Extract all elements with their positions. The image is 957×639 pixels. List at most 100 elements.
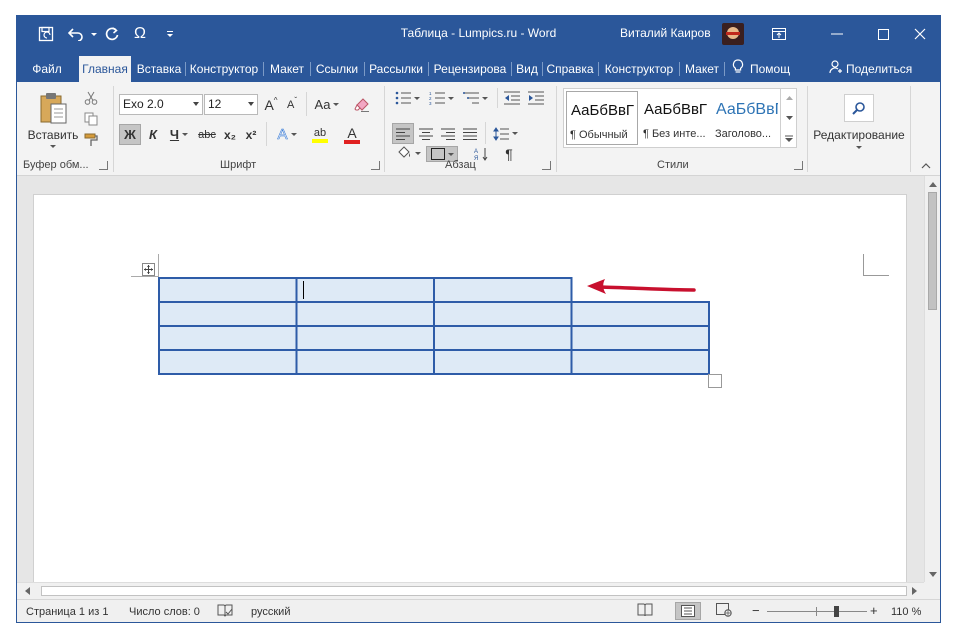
tab-table-design[interactable]: Конструктор — [601, 56, 677, 82]
vertical-scroll-thumb[interactable] — [928, 192, 937, 310]
copy-icon[interactable] — [81, 109, 101, 129]
grow-font-button[interactable]: A ^ — [262, 94, 280, 115]
styles-scroll-down-icon[interactable] — [780, 108, 797, 128]
font-name-combo[interactable]: Exo 2.0 — [119, 94, 203, 115]
table-move-handle-icon[interactable] — [142, 263, 155, 276]
tell-me-search[interactable]: Помощ — [732, 56, 812, 82]
web-layout-icon[interactable] — [716, 603, 732, 620]
style-heading[interactable]: АаБбВвГ Заголово... — [712, 91, 778, 145]
strikethrough-button[interactable]: abc — [196, 124, 218, 145]
tab-mailings[interactable]: Рассылки — [366, 56, 426, 82]
horizontal-scroll-thumb[interactable] — [41, 586, 907, 596]
tab-design[interactable]: Конструктор — [187, 56, 261, 82]
shrink-font-button[interactable]: Aˇ — [283, 94, 301, 115]
scroll-right-icon[interactable] — [908, 585, 920, 597]
decrease-indent-icon[interactable] — [501, 88, 523, 108]
justify-button[interactable] — [459, 123, 481, 144]
language[interactable]: русский — [251, 606, 290, 618]
print-layout-icon[interactable] — [675, 602, 701, 620]
editing-button[interactable]: Редактирование — [813, 88, 905, 154]
tab-review[interactable]: Рецензирова — [430, 56, 510, 82]
clear-formatting-icon[interactable] — [351, 94, 373, 115]
font-size-combo[interactable]: 12 — [204, 94, 258, 115]
line-spacing-button[interactable] — [489, 123, 521, 144]
table-cell[interactable] — [158, 277, 298, 303]
read-mode-icon[interactable] — [637, 603, 659, 621]
style-no-spacing[interactable]: АаБбВвГ ¶ Без инте... — [640, 91, 712, 145]
underline-button[interactable]: Ч — [165, 124, 193, 145]
table-cell[interactable] — [295, 325, 435, 351]
paste-button[interactable]: Вставить — [23, 86, 83, 152]
vertical-scrollbar[interactable] — [924, 176, 940, 582]
style-normal[interactable]: АаБбВвГ ¶ Обычный — [566, 91, 638, 145]
table-cell[interactable] — [158, 301, 298, 327]
proofing-icon[interactable] — [217, 604, 233, 621]
minimize-icon[interactable] — [817, 16, 857, 52]
font-launcher-icon[interactable] — [371, 161, 380, 170]
bold-button[interactable]: Ж — [119, 124, 141, 145]
styles-scroll-up-icon[interactable] — [780, 88, 797, 108]
tab-insert[interactable]: Вставка — [134, 56, 184, 82]
scissors-icon[interactable] — [81, 88, 101, 108]
share-button[interactable]: Поделиться — [829, 56, 929, 82]
text-effects-button[interactable]: A — [273, 124, 301, 145]
zoom-slider-track[interactable] — [767, 606, 867, 617]
zoom-slider-thumb[interactable] — [834, 606, 840, 617]
scroll-down-icon[interactable] — [925, 568, 940, 580]
tab-home[interactable]: Главная — [79, 56, 131, 82]
align-center-button[interactable] — [415, 123, 437, 144]
table-cell[interactable] — [295, 301, 435, 327]
zoom-in-button[interactable]: + — [870, 603, 878, 618]
numbering-button[interactable]: 123 — [425, 88, 457, 108]
tab-help[interactable]: Справка — [544, 56, 596, 82]
align-left-button[interactable] — [392, 123, 414, 144]
italic-button[interactable]: К — [143, 124, 163, 145]
table-cell[interactable] — [570, 349, 710, 375]
page-count[interactable]: Страница 1 из 1 — [26, 606, 108, 618]
table-cell[interactable] — [433, 349, 573, 375]
zoom-out-button[interactable]: − — [752, 603, 760, 618]
tab-references[interactable]: Ссылки — [312, 56, 362, 82]
table-resize-handle[interactable] — [708, 374, 722, 388]
close-icon[interactable] — [900, 16, 940, 52]
font-color-button[interactable]: A — [337, 124, 367, 145]
table-cell[interactable] — [570, 325, 710, 351]
styles-launcher-icon[interactable] — [794, 161, 803, 170]
table-cell[interactable] — [158, 349, 298, 375]
table-cell[interactable] — [433, 277, 573, 303]
tab-view[interactable]: Вид — [513, 56, 541, 82]
avatar[interactable] — [722, 23, 744, 45]
change-case-button[interactable]: Aa — [311, 94, 343, 115]
shading-button[interactable] — [392, 146, 424, 160]
format-painter-icon[interactable] — [81, 130, 101, 150]
paragraph-launcher-icon[interactable] — [542, 161, 551, 170]
horizontal-scrollbar[interactable] — [17, 582, 924, 599]
highlight-button[interactable]: ab — [305, 124, 335, 145]
table-cell[interactable] — [295, 349, 435, 375]
table-cell[interactable] — [570, 301, 710, 327]
multilevel-list-button[interactable] — [459, 88, 491, 108]
table-cell[interactable] — [295, 277, 435, 303]
tab-file[interactable]: Файл — [23, 56, 71, 82]
tab-layout[interactable]: Макет — [266, 56, 308, 82]
subscript-button[interactable]: x₂ — [220, 124, 240, 145]
clipboard-launcher-icon[interactable] — [99, 161, 108, 170]
word-count[interactable]: Число слов: 0 — [129, 606, 200, 618]
ribbon-display-options-icon[interactable] — [762, 16, 796, 52]
increase-indent-icon[interactable] — [525, 88, 547, 108]
scroll-left-icon[interactable] — [21, 585, 33, 597]
tab-table-layout[interactable]: Макет — [681, 56, 723, 82]
table-cell[interactable] — [158, 325, 298, 351]
maximize-icon[interactable] — [863, 16, 903, 52]
bullets-button[interactable] — [391, 88, 423, 108]
zoom-level[interactable]: 110 % — [891, 606, 921, 618]
scroll-up-icon[interactable] — [925, 178, 940, 190]
styles-more-icon[interactable] — [780, 128, 797, 148]
superscript-button[interactable]: x² — [241, 124, 261, 145]
user-name[interactable]: Виталий Каиров — [620, 26, 711, 40]
show-formatting-marks-button[interactable]: ¶ — [499, 146, 519, 162]
collapse-ribbon-icon[interactable] — [918, 160, 934, 172]
table-cell[interactable] — [433, 325, 573, 351]
align-right-button[interactable] — [437, 123, 459, 144]
table-cell[interactable] — [433, 301, 573, 327]
